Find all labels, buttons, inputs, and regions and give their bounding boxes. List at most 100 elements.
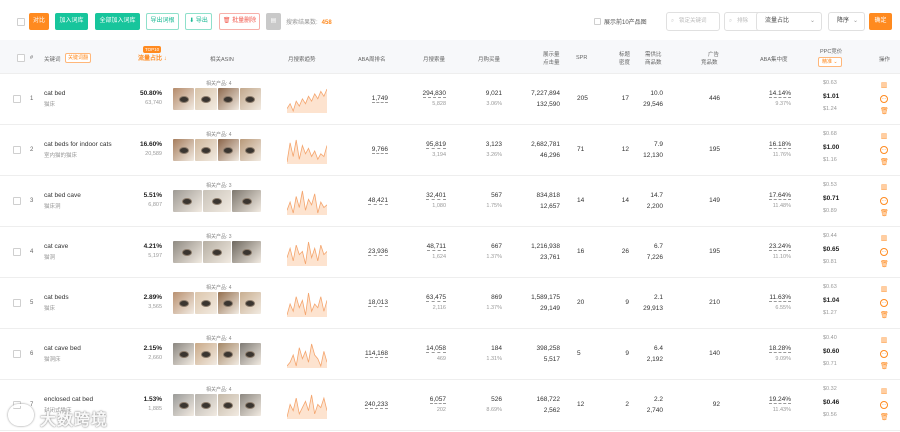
row-checkbox[interactable]: [13, 350, 21, 358]
header-clicks[interactable]: 点击量: [543, 58, 560, 66]
related-product-count[interactable]: 相关产品: 4: [206, 386, 232, 393]
product-thumbnail[interactable]: [217, 292, 239, 314]
header-aba-rank[interactable]: ABA周排名: [358, 55, 386, 63]
bar-chart-icon[interactable]: ▥: [880, 82, 888, 90]
header-aba-concentration[interactable]: ABA集中度: [760, 55, 788, 63]
monthly-trend-sparkline[interactable]: [287, 85, 327, 113]
trash-icon[interactable]: 🗑: [880, 210, 889, 218]
export-button[interactable]: ⬇ 导出: [185, 13, 212, 30]
trash-icon[interactable]: 🗑: [880, 312, 889, 320]
product-thumbnail[interactable]: [195, 343, 217, 365]
keyword-text[interactable]: cat cave: [44, 243, 68, 250]
product-thumbnail[interactable]: [173, 292, 195, 314]
product-thumbnail[interactable]: [239, 394, 261, 416]
trash-icon[interactable]: 🗑: [880, 261, 889, 269]
bar-chart-icon[interactable]: ▥: [880, 184, 888, 192]
row-checkbox[interactable]: [13, 299, 21, 307]
row-checkbox[interactable]: [13, 146, 21, 154]
product-thumbnail[interactable]: [173, 241, 202, 263]
monthly-trend-sparkline[interactable]: [287, 289, 327, 317]
keyword-text[interactable]: cat beds: [44, 294, 69, 301]
bar-chart-icon[interactable]: ▥: [880, 286, 888, 294]
monthly-trend-sparkline[interactable]: [287, 187, 327, 215]
table-row[interactable]: 7 enclosed cat bed 封闭式猫床 1.53% 1,885 相关产…: [0, 380, 900, 431]
product-thumbnail[interactable]: [239, 88, 261, 110]
header-checkbox[interactable]: [17, 54, 25, 62]
trash-icon[interactable]: 🗑: [880, 108, 889, 116]
header-title-density-1[interactable]: 标题: [619, 50, 630, 58]
bar-chart-icon[interactable]: ▥: [880, 235, 888, 243]
bar-chart-icon[interactable]: ▥: [880, 388, 888, 396]
batch-delete-button[interactable]: 🗑 批量删除: [219, 13, 260, 30]
table-row[interactable]: 1 cat bed 猫床 50.80% 63,740 相关产品: 4 1,749…: [0, 74, 900, 125]
row-checkbox[interactable]: [13, 197, 21, 205]
keyword-translate-badge[interactable]: 关键词翻: [65, 53, 92, 63]
monthly-trend-sparkline[interactable]: [287, 391, 327, 419]
product-thumbnail[interactable]: [232, 241, 262, 263]
product-thumbnail[interactable]: [217, 343, 239, 365]
product-thumbnail[interactable]: [202, 190, 232, 212]
product-thumbnail[interactable]: [173, 139, 195, 161]
more-icon[interactable]: ···: [880, 197, 888, 205]
trash-icon[interactable]: 🗑: [880, 159, 889, 167]
add-all-to-library-button[interactable]: 全部加入词库: [95, 13, 140, 30]
related-product-count[interactable]: 相关产品: 4: [206, 335, 232, 342]
product-thumbnail[interactable]: [195, 394, 217, 416]
product-thumbnail[interactable]: [217, 394, 239, 416]
more-icon[interactable]: ···: [880, 299, 888, 307]
more-icon[interactable]: ···: [880, 95, 888, 103]
table-row[interactable]: 6 cat cave bed 猫洞床 2.15% 2,660 相关产品: 4 1…: [0, 329, 900, 380]
product-thumbnail[interactable]: [195, 88, 217, 110]
product-thumbnail[interactable]: [239, 139, 261, 161]
header-title-density-2[interactable]: 密度: [619, 58, 630, 66]
column-settings-button[interactable]: ▤: [266, 13, 281, 30]
related-product-count[interactable]: 相关产品: 4: [206, 80, 232, 87]
header-monthly-search[interactable]: 月搜索量: [423, 55, 445, 63]
more-icon[interactable]: ···: [880, 248, 888, 256]
header-product-count[interactable]: 商品数: [645, 58, 662, 66]
header-ads-1[interactable]: 广告: [708, 50, 719, 58]
header-monthly-buy[interactable]: 月购买量: [478, 55, 500, 63]
header-ppc[interactable]: PPC竞价: [820, 47, 842, 55]
bar-chart-icon[interactable]: ▥: [880, 337, 888, 345]
related-product-count[interactable]: 相关产品: 4: [206, 131, 232, 138]
header-supply-demand[interactable]: 需供比: [645, 50, 662, 58]
ppc-exact-tag[interactable]: 精准 ⌄: [818, 57, 842, 67]
header-impressions[interactable]: 展示量: [543, 50, 560, 58]
keyword-text[interactable]: cat beds for indoor cats: [44, 141, 112, 148]
related-product-count[interactable]: 相关产品: 4: [206, 284, 232, 291]
compare-button[interactable]: 对比: [29, 13, 49, 30]
product-thumbnail[interactable]: [173, 190, 202, 212]
more-icon[interactable]: ···: [880, 350, 888, 358]
keyword-text[interactable]: cat bed cave: [44, 192, 81, 199]
header-ads-2[interactable]: 竞品数: [701, 58, 718, 66]
table-row[interactable]: 2 cat beds for indoor cats 室内猫的猫床 16.60%…: [0, 125, 900, 176]
sort-order-select[interactable]: 降序 ⌄: [828, 12, 865, 31]
product-thumbnail[interactable]: [173, 394, 195, 416]
table-row[interactable]: 3 cat bed cave 猫床洞 5.51% 6,807 相关产品: 3 4…: [0, 176, 900, 227]
monthly-trend-sparkline[interactable]: [287, 340, 327, 368]
header-spr[interactable]: SPR: [576, 55, 587, 61]
trash-icon[interactable]: 🗑: [880, 414, 889, 422]
more-icon[interactable]: ···: [880, 401, 888, 409]
sort-field-select[interactable]: 流量占比 ⌄: [756, 12, 822, 31]
export-roots-button[interactable]: 导出词根: [146, 13, 179, 30]
monthly-trend-sparkline[interactable]: [287, 238, 327, 266]
related-product-count[interactable]: 相关产品: 3: [206, 182, 232, 189]
keyword-text[interactable]: enclosed cat bed: [44, 396, 93, 403]
table-row[interactable]: 5 cat beds 猫床 2.89% 3,565 相关产品: 4 18,013…: [0, 278, 900, 329]
product-thumbnail[interactable]: [195, 292, 217, 314]
product-thumbnail[interactable]: [195, 139, 217, 161]
table-row[interactable]: 4 cat cave 猫洞 4.21% 5,197 相关产品: 3 23,936…: [0, 227, 900, 278]
add-to-library-button[interactable]: 加入词库: [55, 13, 88, 30]
keyword-text[interactable]: cat bed: [44, 90, 65, 97]
related-product-count[interactable]: 相关产品: 3: [206, 233, 232, 240]
monthly-trend-sparkline[interactable]: [287, 136, 327, 164]
row-checkbox[interactable]: [13, 95, 21, 103]
more-icon[interactable]: ···: [880, 146, 888, 154]
confirm-button[interactable]: 确定: [869, 13, 892, 30]
select-all-checkbox[interactable]: [17, 18, 25, 26]
product-thumbnail[interactable]: [239, 292, 261, 314]
row-checkbox[interactable]: [13, 248, 21, 256]
keyword-text[interactable]: cat cave bed: [44, 345, 81, 352]
